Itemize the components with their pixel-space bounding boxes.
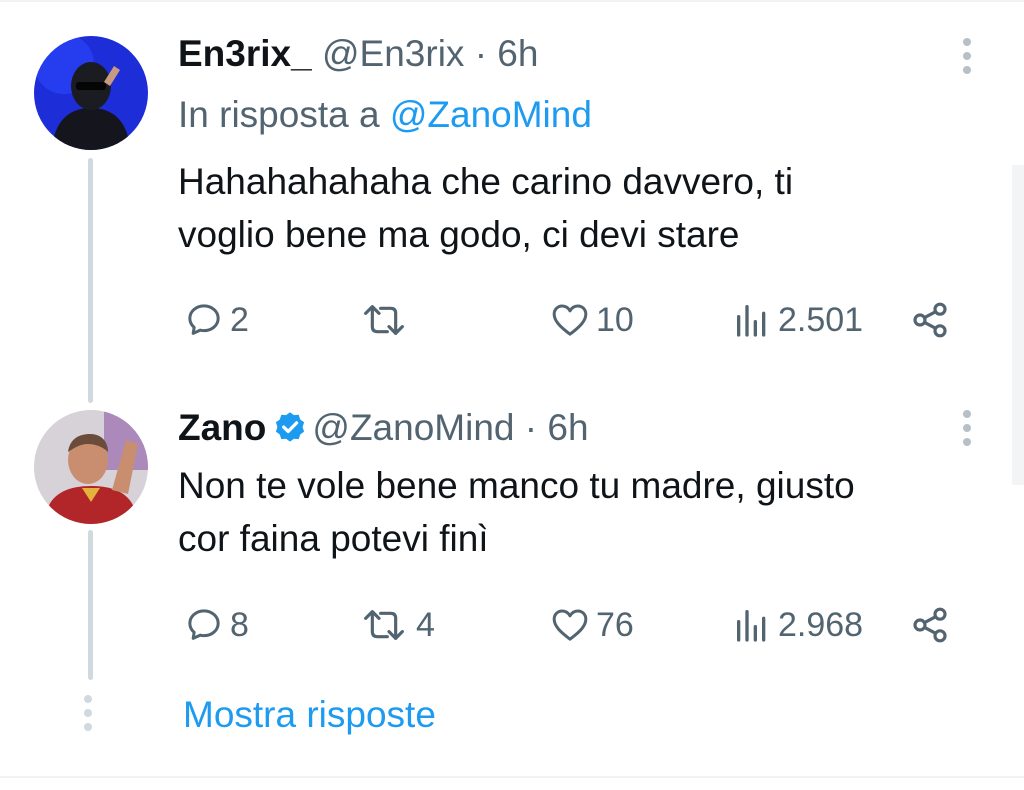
tweet-header: Zano @ZanoMind · 6h <box>178 406 589 450</box>
reply-icon <box>188 304 220 335</box>
tweet-text: Hahahahahaha che carino davvero, ti vogl… <box>178 155 998 261</box>
heart-icon <box>552 609 588 641</box>
tweet-header: En3rix_ @En3rix · 6h <box>178 32 538 76</box>
verified-badge-icon <box>276 412 305 442</box>
user-handle[interactable]: @En3rix <box>322 33 464 74</box>
share-button[interactable] <box>908 300 952 340</box>
like-count: 76 <box>596 605 634 644</box>
user-handle[interactable]: @ZanoMind <box>312 407 514 448</box>
reply-button[interactable]: 2 <box>182 300 249 340</box>
tweet-text-line: voglio bene ma godo, ci devi stare <box>178 214 740 255</box>
tweet-time[interactable]: · 6h <box>525 407 589 448</box>
like-button[interactable]: 76 <box>548 605 634 645</box>
avatar[interactable] <box>34 36 148 150</box>
avatar[interactable] <box>34 410 148 524</box>
like-button[interactable]: 10 <box>548 300 634 340</box>
like-count: 10 <box>596 300 634 339</box>
thread-continuation-dots <box>84 695 92 731</box>
reply-mention-link[interactable]: @ZanoMind <box>390 94 592 135</box>
retweet-count: 4 <box>416 605 435 644</box>
thread-line <box>88 158 93 403</box>
reply-icon <box>188 609 220 640</box>
heart-icon <box>552 304 588 336</box>
tweet-text: Non te vole bene manco tu madre, giusto … <box>178 459 998 565</box>
more-vertical-icon[interactable] <box>960 410 974 446</box>
tweet-text-line: Non te vole bene manco tu madre, giusto <box>178 465 855 506</box>
reply-context: In risposta a @ZanoMind <box>178 93 592 137</box>
reply-count: 2 <box>230 300 249 339</box>
retweet-button[interactable]: 4 <box>356 605 435 645</box>
show-replies-link[interactable]: Mostra risposte <box>183 690 436 740</box>
retweet-icon <box>364 610 404 640</box>
views-button[interactable]: 2.968 <box>730 605 863 645</box>
reply-count: 8 <box>230 605 249 644</box>
display-name[interactable]: Zano <box>178 407 266 448</box>
more-vertical-icon[interactable] <box>960 38 974 74</box>
views-count: 2.501 <box>778 300 864 339</box>
bottom-divider <box>0 776 1024 778</box>
reply-prefix: In risposta a <box>178 94 380 135</box>
share-button[interactable] <box>908 605 952 645</box>
views-icon <box>737 305 766 337</box>
views-icon <box>737 610 766 642</box>
reply-button[interactable]: 8 <box>182 605 249 645</box>
share-icon <box>913 607 947 643</box>
share-icon <box>913 302 947 338</box>
tweet-text-line: Hahahahahaha che carino davvero, ti <box>178 161 794 202</box>
scrollbar-track[interactable] <box>1012 165 1024 485</box>
top-divider <box>0 0 1024 2</box>
tweet-text-line: cor faina potevi finì <box>178 518 489 559</box>
retweet-icon <box>364 305 404 335</box>
tweet-time[interactable]: · 6h <box>475 33 539 74</box>
views-button[interactable]: 2.501 <box>730 300 863 340</box>
retweet-button[interactable] <box>356 300 416 340</box>
display-name[interactable]: En3rix_ <box>178 33 312 74</box>
thread-line <box>88 530 93 680</box>
views-count: 2.968 <box>778 605 864 644</box>
